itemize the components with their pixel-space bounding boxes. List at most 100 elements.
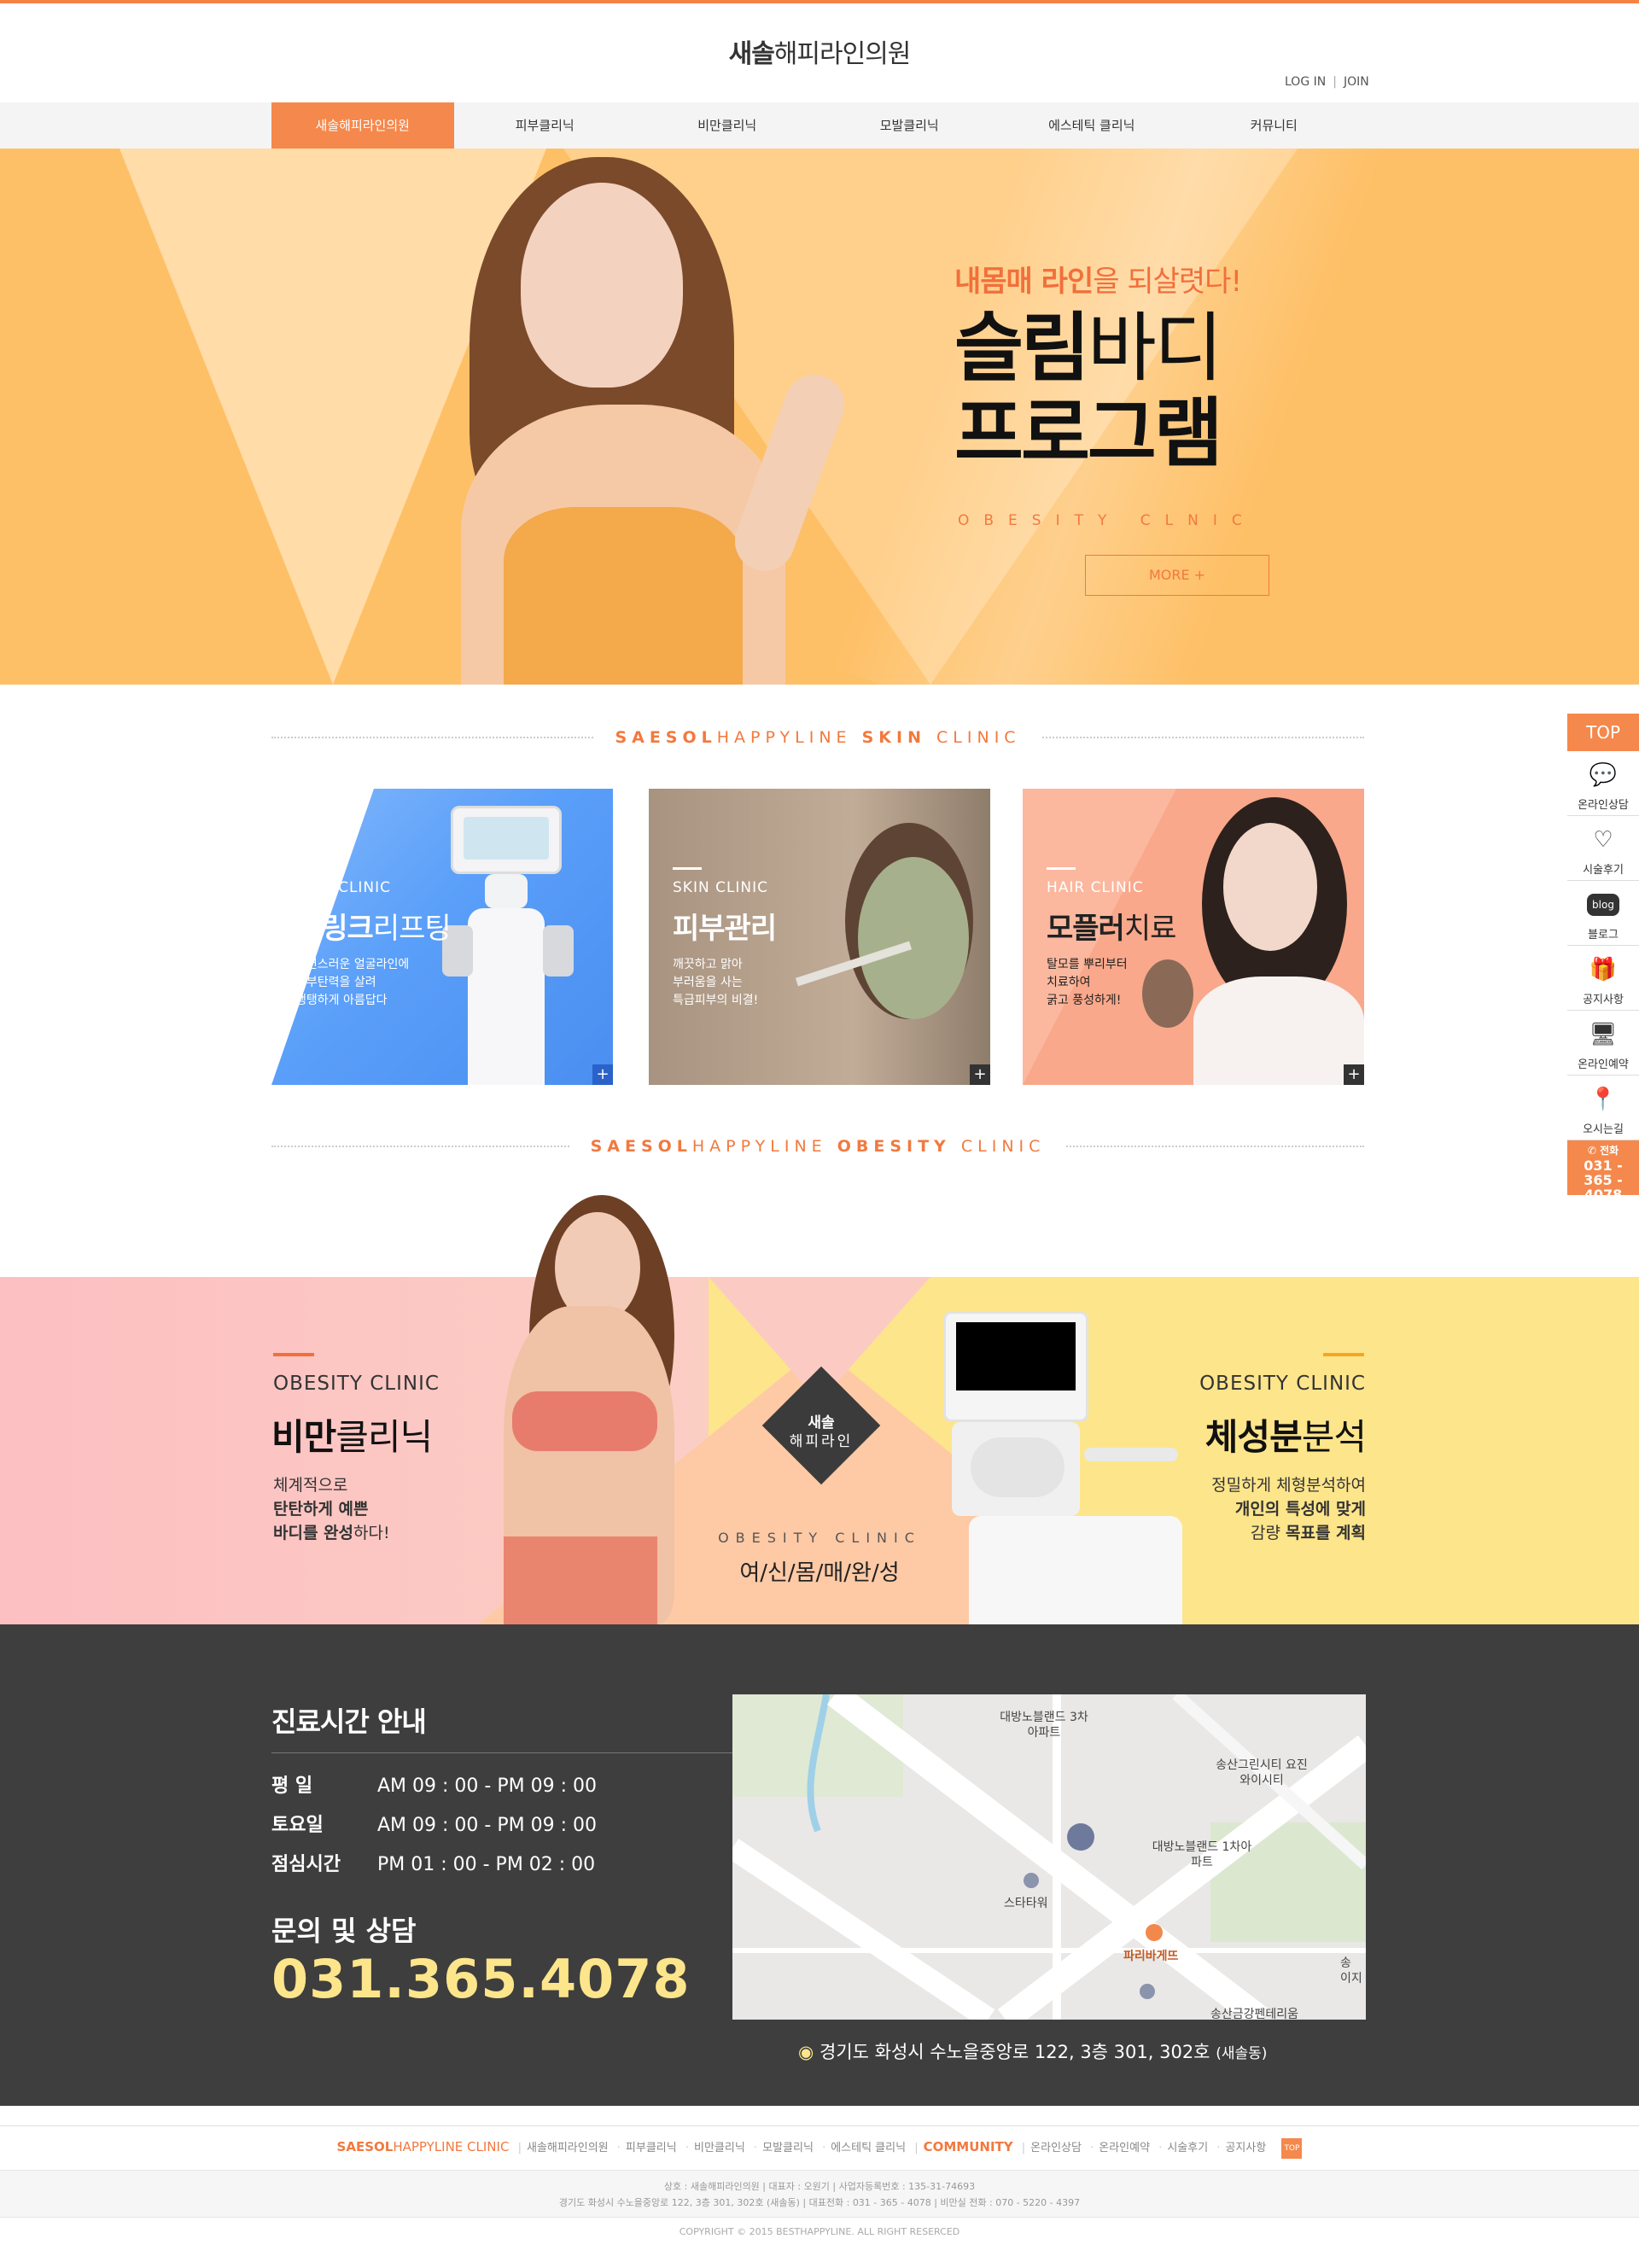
site-logo[interactable]: 새솔해피라인의원	[0, 32, 1639, 70]
card-plus-button[interactable]: +	[1344, 1064, 1364, 1085]
quick-tel[interactable]: ✆ 전화 031 - 365 - 4078	[1567, 1140, 1639, 1202]
obesity-center-kor: 여/신/몸/매/완/성	[739, 1560, 900, 1586]
address: ◉ 경기도 화성시 수노을중앙로 122, 3층 301, 302호 (새솔동)	[798, 2042, 1268, 2062]
gift-icon: 🎁	[1589, 957, 1618, 982]
login-link[interactable]: LOG IN	[1285, 75, 1326, 89]
card-description: 탈모를 뿌리부터 치료하여 굵고 풍성하게!	[1047, 958, 1128, 1007]
nav-item-esthetic[interactable]: 에스테틱 클리닉	[1000, 102, 1183, 149]
top-accent-line	[0, 0, 1639, 3]
footer-link[interactable]: 비만클리닉	[694, 2142, 745, 2154]
footer-link[interactable]: 온라인예약	[1099, 2142, 1150, 2154]
hero-eng-caption: OBESITY CLNIC	[958, 512, 1257, 529]
nav-item-skin[interactable]: 피부클리닉	[454, 102, 637, 149]
head-reg: HAPPYLINE	[716, 728, 862, 747]
nav-item-obesity[interactable]: 비만클리닉	[636, 102, 819, 149]
hero-more-button[interactable]: MORE +	[1085, 555, 1269, 596]
hours-row: 평 일 AM 09 : 00 - PM 09 : 00	[271, 1775, 597, 1797]
util-links: LOG IN | JOIN	[1285, 75, 1369, 89]
footer-link[interactable]: 새솔해피라인의원	[527, 2142, 609, 2154]
hero-title-line1: 슬림바디	[954, 304, 1223, 392]
footer-nav: SAESOLHAPPYLINE CLINIC | 새솔해피라인의원 · 피부클리닉 …	[0, 2125, 1639, 2166]
nav-item-home[interactable]: 새솔해피라인의원	[271, 102, 454, 149]
card-skin-care[interactable]: SKIN CLINIC 피부관리 깨끗하고 맑아 부러움을 사는 특급피부의 비…	[649, 789, 990, 1085]
quick-item-blog[interactable]: blog 블로그	[1567, 881, 1639, 946]
model-face-image	[1223, 823, 1317, 951]
card-category: SKIN CLINIC	[673, 879, 769, 896]
hours-divider	[271, 1752, 732, 1753]
location-map[interactable]: 대방노블랜드 3차아파트 송산그린시티 요진와이시티 대방노블랜드 1차아파트 …	[732, 1694, 1366, 2020]
device-screen	[451, 806, 562, 874]
map-pin-icon: 📍	[1589, 1087, 1618, 1112]
quick-item-reservation[interactable]: 🖥 온라인예약	[1567, 1011, 1639, 1076]
quick-item-online-consult[interactable]: 💬 온라인상담	[1567, 751, 1639, 816]
copyright: COPYRIGHT © 2015 BESTHAPPYLINE. ALL RIGH…	[679, 2226, 960, 2237]
map-label: 송 이지	[1340, 1956, 1362, 1985]
quick-top-button[interactable]: TOP	[1567, 714, 1639, 751]
head-reg: HAPPYLINE	[691, 1137, 837, 1156]
obesity-right-category: OBESITY CLINIC	[1199, 1373, 1366, 1395]
footer-link[interactable]: 피부클리닉	[626, 2142, 677, 2154]
join-link[interactable]: JOIN	[1344, 75, 1369, 89]
card-category: SKIN CLINIC	[295, 879, 392, 896]
quick-item-reviews[interactable]: ♡ 시술후기	[1567, 816, 1639, 881]
card-title: 모플러치료	[1047, 912, 1176, 946]
skin-section-heading: SAESOLHAPPYLINE SKIN CLINIC	[271, 725, 1364, 750]
nav-item-hair[interactable]: 모발클리닉	[819, 102, 1001, 149]
obesity-right-description: 정밀하게 체형분석하여 개인의 특성에 맞게 감량 목표를 계획	[1211, 1476, 1366, 1542]
card-title: 피부관리	[673, 912, 777, 946]
footer-link[interactable]: 온라인상담	[1030, 2142, 1082, 2154]
card-hair-treatment[interactable]: HAIR CLINIC 모플러치료 탈모를 뿌리부터 치료하여 굵고 풍성하게!…	[1023, 789, 1364, 1085]
obesity-left-category: OBESITY CLINIC	[273, 1373, 440, 1395]
map-label: 송산금강펜테리움	[1210, 2008, 1299, 2020]
device-body	[468, 908, 545, 1085]
quick-item-directions[interactable]: 📍 오시는길	[1567, 1076, 1639, 1140]
obesity-left-title[interactable]: 비만클리닉	[271, 1408, 433, 1460]
nav-item-community[interactable]: 커뮤니티	[1183, 102, 1366, 149]
card-shrink-lifting[interactable]: SKIN CLINIC 슈링크리프팅 자연스러운 얼굴라인에 피부탄력을 살려 …	[271, 789, 613, 1085]
footer-community-label: COMMUNITY	[923, 2139, 1013, 2154]
map-graphic	[732, 1694, 1366, 2020]
card-plus-button[interactable]: +	[970, 1064, 990, 1085]
footer-company-info: 상호 : 새솔해피라인의원 | 대표자 : 오원기 | 사업자등록번호 : 13…	[0, 2170, 1639, 2218]
card-category: HAIR CLINIC	[1047, 879, 1144, 896]
card-description: 자연스러운 얼굴라인에 피부탄력을 살려 탱탱하게 아름답다	[295, 958, 410, 1007]
hero-subcopy-rest: 을 되살렷다!	[1093, 265, 1242, 299]
heart-hand-icon: ♡	[1593, 827, 1613, 853]
obesity-right-title[interactable]: 체성분분석	[1024, 1408, 1367, 1460]
obesity-section-heading: SAESOLHAPPYLINE OBESITY CLINIC	[271, 1134, 1364, 1159]
head-reg: CLINIC	[925, 728, 1021, 747]
map-label: 대방노블랜드 3차아파트	[1000, 1711, 1088, 1740]
obesity-center-eng: OBESITY CLINIC	[718, 1530, 921, 1546]
map-label: 파리바게뜨	[1123, 1950, 1179, 1963]
contact-phone[interactable]: 031.365.4078	[271, 1948, 691, 2010]
hero-banner	[0, 149, 1639, 685]
footer-link[interactable]: 에스테틱 클리닉	[831, 2142, 906, 2154]
footer-top-button[interactable]: TOP	[1281, 2137, 1303, 2159]
hero-subcopy-emphasis: 내몸매 라인	[954, 265, 1094, 299]
head-bold: SKIN	[861, 728, 926, 747]
main-nav: 새솔해피라인의원 피부클리닉 비만클리닉 모발클리닉 에스테틱 클리닉 커뮤니티	[0, 102, 1639, 149]
map-pin-icon: ◉	[798, 2042, 814, 2062]
head-bold: SAESOL	[590, 1137, 692, 1156]
monitor-icon: 🖥	[1589, 1022, 1618, 1047]
obesity-left-description: 체계적으로 탄탄하게 예쁜 바디를 완성하다!	[273, 1476, 390, 1542]
card-plus-button[interactable]: +	[592, 1064, 613, 1085]
brand-diamond-text: 새솔 해피라인	[789, 1414, 854, 1450]
contact-title: 문의 및 상담	[271, 1915, 417, 1947]
quick-menu: TOP 💬 온라인상담 ♡ 시술후기 blog 블로그 🎁 공지사항 🖥 온라인예약 📍 오…	[1567, 714, 1639, 1202]
footer-link[interactable]: 공지사항	[1225, 2142, 1266, 2154]
quick-tel-label: ✆ 전화	[1587, 1145, 1619, 1157]
util-separator: |	[1333, 75, 1337, 89]
hours-row: 점심시간 PM 01 : 00 - PM 02 : 00	[271, 1854, 596, 1875]
card-description: 깨끗하고 맑아 부러움을 사는 특급피부의 비결!	[673, 958, 759, 1007]
logo-rest: 해피라인의원	[773, 39, 912, 69]
hero-title-bold: 슬림	[954, 304, 1090, 392]
quick-item-notice[interactable]: 🎁 공지사항	[1567, 946, 1639, 1011]
hours-title: 진료시간 안내	[271, 1705, 427, 1738]
head-reg: CLINIC	[950, 1137, 1046, 1156]
footer-link[interactable]: 시술후기	[1167, 2142, 1208, 2154]
phone-icon: ✆	[1587, 1145, 1596, 1157]
chat-icon: 💬	[1589, 762, 1618, 788]
hero-model-image	[307, 149, 854, 685]
footer-link[interactable]: 모발클리닉	[762, 2142, 814, 2154]
